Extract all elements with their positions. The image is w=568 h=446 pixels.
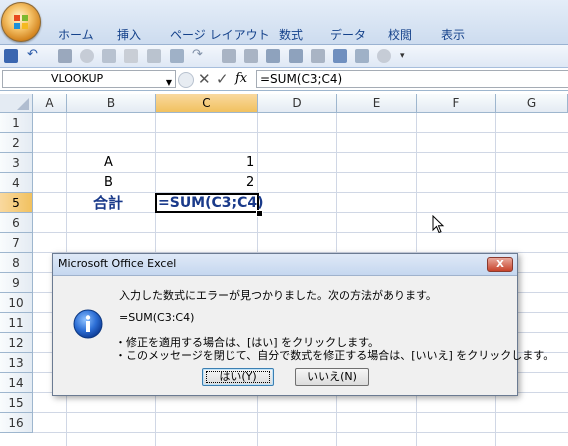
align-center-icon[interactable] (244, 49, 258, 63)
column-header-b[interactable]: B (67, 94, 156, 113)
column-header-e[interactable]: E (337, 94, 417, 113)
ribbon-tab-bar: ホーム 挿入 ページ レイアウト 数式 データ 校閲 表示 (0, 0, 568, 45)
column-header-f[interactable]: F (417, 94, 496, 113)
dialog-title-bar[interactable]: Microsoft Office Excel X (53, 254, 517, 276)
column-header-a[interactable]: A (33, 94, 67, 113)
redo-icon[interactable]: ↷ (192, 48, 206, 63)
office-button[interactable] (1, 2, 41, 42)
close-icon: X (496, 259, 504, 270)
formula-bar: VLOOKUP ▼ ✕ ✓ fx =SUM(C3;C4) (0, 68, 568, 91)
cell-c5-active[interactable]: =SUM(C3;C4) (155, 193, 264, 213)
tab-view[interactable]: 表示 (441, 26, 465, 43)
print-preview-icon[interactable] (102, 49, 116, 63)
office-logo-icon (14, 15, 28, 29)
name-box[interactable]: VLOOKUP ▼ (2, 70, 176, 88)
row-header[interactable]: 14 (0, 373, 33, 393)
picture-icon[interactable] (170, 49, 184, 63)
expand-icon[interactable] (178, 72, 194, 88)
cell-c3[interactable]: 1 (246, 153, 254, 173)
row-header[interactable]: 13 (0, 353, 33, 373)
cut-icon[interactable] (147, 49, 161, 63)
info-icon (73, 309, 103, 339)
yes-button[interactable]: はい(Y) (202, 368, 274, 386)
formula-input[interactable]: =SUM(C3;C4) (256, 70, 568, 88)
save-icon[interactable] (4, 49, 18, 63)
row-header[interactable]: 10 (0, 293, 33, 313)
dialog-title: Microsoft Office Excel (58, 257, 177, 270)
row-header[interactable]: 4 (0, 173, 33, 193)
formula-buttons: ✕ ✓ fx (178, 70, 254, 88)
gridline (33, 132, 568, 133)
focus-ring (206, 371, 270, 383)
row-header[interactable]: 16 (0, 413, 33, 433)
row-header-selected[interactable]: 5 (0, 193, 33, 213)
chart-icon[interactable] (333, 49, 347, 63)
tab-page-layout[interactable]: ページ レイアウト (170, 26, 270, 43)
gridline (33, 412, 568, 413)
cell-b4[interactable]: B (104, 173, 113, 193)
tab-data[interactable]: データ (330, 26, 366, 43)
spell-check-icon[interactable] (124, 49, 138, 63)
fill-handle[interactable] (256, 210, 263, 217)
tab-insert[interactable]: 挿入 (117, 26, 141, 43)
format-icon[interactable] (355, 49, 369, 63)
dialog-formula-suggestion: =SUM(C3:C4) (119, 311, 195, 324)
row-header[interactable]: 15 (0, 393, 33, 413)
row-header[interactable]: 1 (0, 113, 33, 133)
row-header[interactable]: 12 (0, 333, 33, 353)
cell-b3[interactable]: A (104, 153, 113, 173)
row-header[interactable]: 11 (0, 313, 33, 333)
row-header[interactable]: 9 (0, 273, 33, 293)
tab-formulas[interactable]: 数式 (279, 26, 303, 43)
align-icon[interactable] (222, 49, 236, 63)
circle-icon-2[interactable] (377, 49, 391, 63)
column-header-c[interactable]: C (156, 94, 258, 113)
undo-icon[interactable]: ↶ (27, 48, 41, 63)
customize-toolbar-chevron-icon[interactable]: ▾ (400, 49, 414, 63)
column-header-d[interactable]: D (258, 94, 337, 113)
paste-icon[interactable] (58, 49, 72, 63)
row-header[interactable]: 7 (0, 233, 33, 253)
enter-check-icon[interactable]: ✓ (216, 70, 229, 88)
no-button-label: いいえ(N) (307, 370, 357, 383)
circle-icon[interactable] (80, 49, 94, 63)
filter-icon[interactable] (311, 49, 325, 63)
select-all-corner[interactable] (0, 94, 33, 113)
row-header[interactable]: 8 (0, 253, 33, 273)
cell-c4[interactable]: 2 (246, 173, 254, 193)
name-box-value: VLOOKUP (51, 72, 104, 85)
insert-function-icon[interactable]: fx (235, 71, 247, 86)
close-button[interactable]: X (487, 257, 513, 272)
dialog-message: 入力した数式にエラーが見つかりました。次の方法があります。 (119, 289, 437, 302)
chevron-down-icon[interactable]: ▼ (166, 75, 172, 91)
no-button[interactable]: いいえ(N) (295, 368, 369, 386)
column-header-g[interactable]: G (496, 94, 568, 113)
gridline (33, 232, 568, 233)
mouse-pointer-icon (432, 215, 445, 234)
error-dialog: Microsoft Office Excel X 入力した数式にエラーが見つかり… (52, 253, 554, 396)
quick-access-toolbar: ↶ ↷ ▾ (0, 45, 568, 68)
dialog-bullet-no: ・このメッセージを閉じて、自分で数式を修正する場合は、[いいえ] をクリックしま… (115, 349, 555, 362)
merge-icon[interactable] (289, 49, 303, 63)
gridline (33, 172, 568, 173)
border-icon[interactable] (266, 49, 280, 63)
tab-review[interactable]: 校閲 (388, 26, 412, 43)
gridline (33, 152, 568, 153)
row-header[interactable]: 6 (0, 213, 33, 233)
row-header[interactable]: 3 (0, 153, 33, 173)
gridline (33, 432, 568, 433)
cancel-x-icon[interactable]: ✕ (198, 70, 211, 88)
tab-home[interactable]: ホーム (58, 26, 94, 43)
cell-b5[interactable]: 合計 (93, 193, 123, 213)
row-header[interactable]: 2 (0, 133, 33, 153)
